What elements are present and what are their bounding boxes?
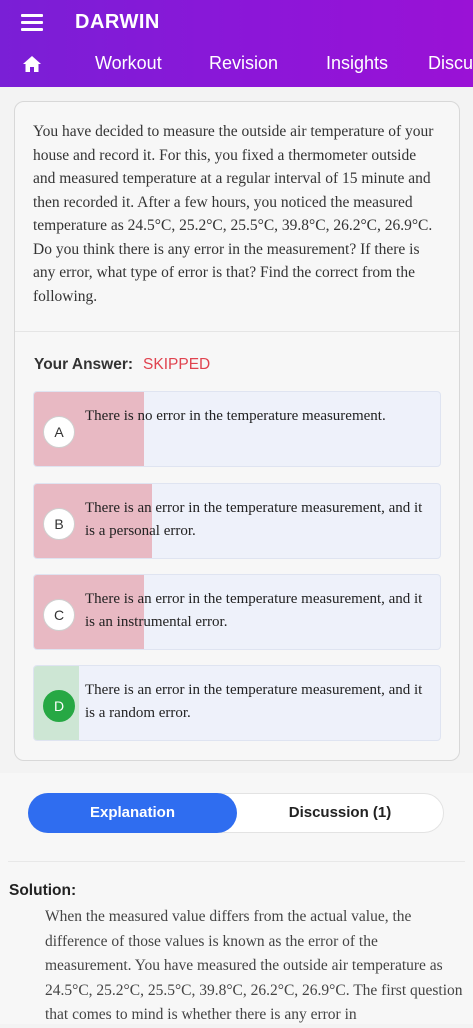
app-header: DARWIN Workout Revision Insights Discu <box>0 0 473 87</box>
option-d[interactable]: D There is an error in the temperature m… <box>33 665 441 741</box>
solution-title: Solution: <box>9 882 77 899</box>
menu-icon[interactable] <box>21 14 43 32</box>
option-a[interactable]: A There is no error in the temperature m… <box>33 391 441 467</box>
tab-discussion[interactable]: Discussion (1) <box>237 794 443 832</box>
option-d-text: There is an error in the temperature mea… <box>85 682 423 721</box>
solution-section: Solution: When the measured value differ… <box>0 861 473 1024</box>
option-a-badge: A <box>43 416 75 448</box>
option-c-text: There is an error in the temperature mea… <box>85 591 423 630</box>
nav-tab-discuss[interactable]: Discu <box>428 53 473 74</box>
option-b-badge: B <box>43 508 75 540</box>
app-title: DARWIN <box>75 11 160 33</box>
nav-tab-revision[interactable]: Revision <box>209 53 278 74</box>
divider <box>8 861 465 862</box>
nav-tab-insights[interactable]: Insights <box>326 53 388 74</box>
option-d-badge: D <box>43 690 75 722</box>
divider <box>15 331 459 332</box>
option-c-badge: C <box>43 599 75 631</box>
option-c[interactable]: C There is an error in the temperature m… <box>33 574 441 650</box>
solution-text: When the measured value differs from the… <box>45 908 463 1023</box>
option-b-text: There is an error in the temperature mea… <box>85 500 423 539</box>
your-answer-label: Your Answer: <box>34 356 134 373</box>
question-card: You have decided to measure the outside … <box>14 101 460 761</box>
question-text: You have decided to measure the outside … <box>33 123 434 305</box>
top-nav: Workout Revision Insights Discu <box>0 44 473 84</box>
tabs-section: Explanation Discussion (1) <box>0 773 473 861</box>
home-icon[interactable] <box>22 54 42 74</box>
your-answer-status: SKIPPED <box>143 356 211 373</box>
option-a-text: There is no error in the temperature mea… <box>85 408 386 424</box>
your-answer: Your Answer: SKIPPED <box>34 356 210 374</box>
nav-tab-workout[interactable]: Workout <box>95 53 162 74</box>
tab-explanation[interactable]: Explanation <box>28 793 237 833</box>
tab-switcher: Explanation Discussion (1) <box>28 793 444 833</box>
option-b[interactable]: B There is an error in the temperature m… <box>33 483 441 559</box>
